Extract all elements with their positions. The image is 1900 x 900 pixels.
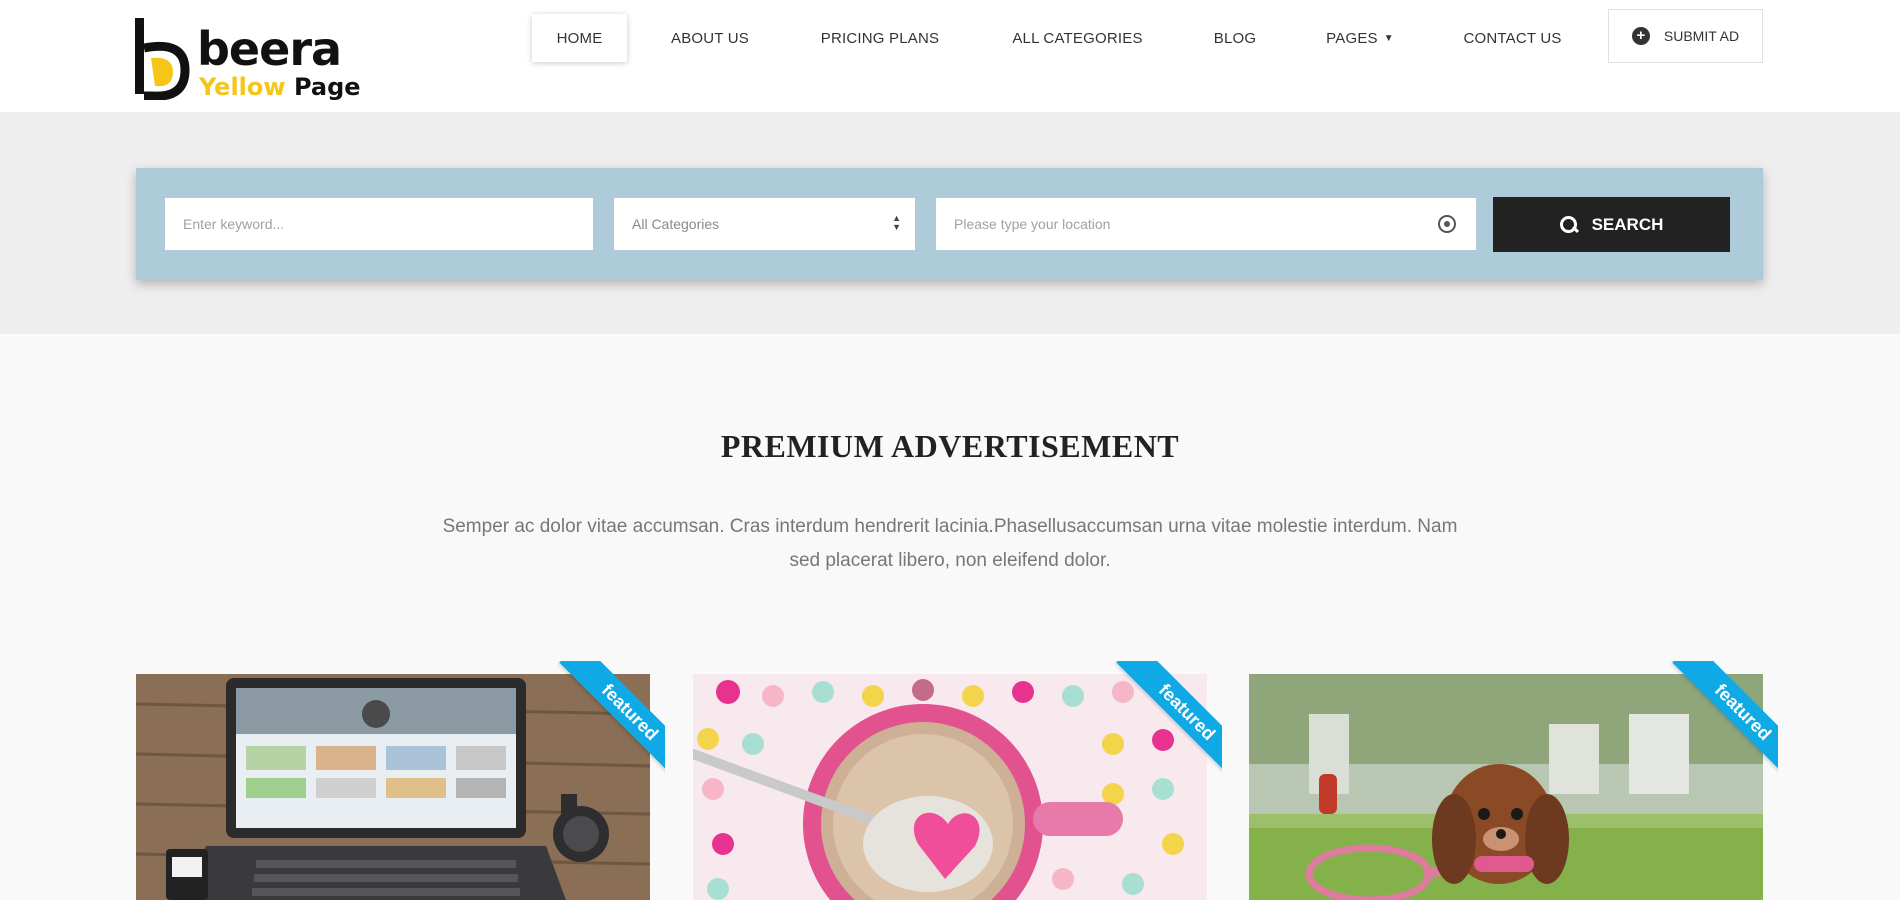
nav-about-us-label: ABOUT US — [670, 29, 749, 47]
nav-about-us[interactable]: ABOUT US — [655, 14, 765, 62]
keyword-field[interactable] — [165, 198, 593, 250]
logo-tagline: Yellow Page — [199, 74, 361, 100]
nav-blog[interactable]: BLOG — [1195, 14, 1275, 62]
section-title: PREMIUM ADVERTISEMENT — [720, 428, 1180, 464]
nav-home-label: HOME — [556, 29, 603, 47]
nav-all-categories-label: ALL CATEGORIES — [1012, 29, 1143, 47]
logo-tagline-yellow: Yellow — [199, 73, 286, 101]
logo-brand-text: beera — [197, 22, 342, 76]
location-input[interactable] — [954, 198, 1476, 250]
featured-ribbon-3: featured — [1648, 661, 1778, 791]
featured-ribbon-2: featured — [1092, 661, 1222, 791]
section-description: Semper ac dolor vitae accumsan. Cras int… — [442, 516, 1458, 571]
location-field[interactable] — [936, 198, 1476, 250]
chevron-down-icon: ▼ — [1383, 32, 1394, 44]
nav-pages-label: PAGES — [1326, 29, 1378, 47]
category-select-value: All Categories — [632, 216, 720, 232]
site-logo[interactable]: beera Yellow Page — [133, 14, 363, 104]
featured-badge-2: featured — [1116, 661, 1222, 783]
select-arrows-icon: ▲ ▼ — [892, 213, 901, 232]
locate-me-icon[interactable] — [1438, 215, 1456, 233]
nav-pricing-plans[interactable]: PRICING PLANS — [800, 14, 960, 62]
logo-b-icon — [135, 18, 190, 100]
keyword-input[interactable] — [183, 198, 593, 250]
featured-ribbon-1: featured — [535, 661, 665, 791]
search-button-label: SEARCH — [1591, 214, 1664, 234]
category-select[interactable]: All Categories ▲ ▼ — [614, 198, 915, 250]
logo-tagline-page: Page — [293, 73, 361, 101]
nav-all-categories[interactable]: ALL CATEGORIES — [995, 14, 1160, 62]
nav-contact-us[interactable]: CONTACT US — [1445, 14, 1580, 62]
nav-pages[interactable]: PAGES ▼ — [1310, 14, 1410, 62]
search-icon — [1559, 215, 1578, 234]
featured-badge-3: featured — [1672, 661, 1778, 783]
search-panel: All Categories ▲▼ SEARCH — [136, 168, 1763, 280]
plus-circle-icon: + — [1631, 27, 1650, 45]
search-button[interactable]: SEARCH — [1493, 197, 1730, 252]
nav-blog-label: BLOG — [1213, 29, 1257, 47]
submit-ad-button[interactable]: + SUBMIT AD — [1608, 9, 1763, 63]
featured-badge-1: featured — [559, 661, 665, 783]
nav-pricing-plans-label: PRICING PLANS — [820, 29, 940, 47]
submit-ad-label: SUBMIT AD — [1663, 28, 1740, 44]
nav-contact-us-label: CONTACT US — [1463, 29, 1562, 47]
nav-home[interactable]: HOME — [532, 14, 627, 62]
site-header: beera Yellow Page HOME ABOUT US PRICING … — [0, 0, 1900, 112]
